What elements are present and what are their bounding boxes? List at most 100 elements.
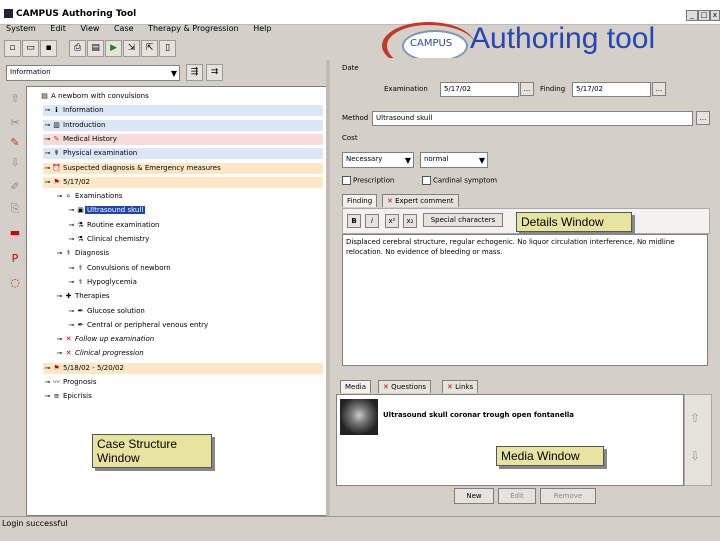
tree-item[interactable]: ⊸ ✚ Therapies bbox=[55, 291, 112, 302]
tree-item[interactable]: ⊸ ✕ Follow up examination bbox=[55, 334, 156, 345]
print-icon[interactable]: ⎙ bbox=[69, 40, 87, 57]
menu-help[interactable]: Help bbox=[253, 24, 271, 33]
bold-button[interactable]: B bbox=[347, 214, 361, 228]
move-down-icon[interactable]: ⇩ bbox=[8, 156, 22, 170]
ultrasound-thumbnail[interactable] bbox=[340, 399, 378, 435]
tree-expander-icon[interactable]: ⊸ bbox=[43, 177, 52, 188]
tree-item[interactable]: ⊸ ✒ Central or peripheral venous entry bbox=[67, 320, 210, 331]
examination-browse-button[interactable]: ... bbox=[520, 82, 534, 96]
expand-tree-icon[interactable]: ⇶ bbox=[186, 64, 203, 81]
media-list[interactable]: Ultrasound skull coronar trough open fon… bbox=[336, 394, 684, 486]
tree-expander-icon[interactable]: ⊸ bbox=[67, 234, 76, 245]
save-icon[interactable]: ▪ bbox=[40, 40, 57, 57]
tree-expander-icon[interactable]: ⊸ bbox=[43, 134, 52, 145]
open-icon[interactable]: ▭ bbox=[22, 40, 39, 57]
tree-item[interactable]: ⊸ ⌕ Examinations bbox=[55, 191, 124, 202]
edit-media-button[interactable]: Edit bbox=[498, 488, 536, 504]
view-select[interactable]: Information ▼ bbox=[6, 65, 180, 81]
tree-item[interactable]: ⊸ ✎ Medical History bbox=[43, 133, 323, 145]
tree-item[interactable]: ⊸ ≡ Epicrisis bbox=[43, 391, 94, 402]
menu-therapy[interactable]: Therapy & Progression bbox=[148, 24, 239, 33]
splitter[interactable] bbox=[326, 60, 330, 516]
tree-item[interactable]: ⊸ ℹ Information bbox=[43, 105, 323, 117]
delete-icon[interactable]: ▯ bbox=[159, 40, 177, 57]
tree-expander-icon[interactable]: ⊸ bbox=[43, 163, 52, 174]
tree-expander-icon[interactable]: ⊸ bbox=[43, 105, 52, 116]
history-tool-icon[interactable]: ✎ bbox=[8, 136, 22, 150]
tree-item[interactable]: ⊸ ✕ Clinical progression bbox=[55, 348, 146, 359]
run-icon[interactable]: ▶ bbox=[105, 40, 123, 57]
tree-expander-icon[interactable]: ⊸ bbox=[67, 205, 76, 216]
tree-item-label: Therapies bbox=[75, 292, 110, 301]
tree-item[interactable]: ⊸ ⚕ Hypoglycemia bbox=[67, 277, 139, 288]
cut-icon[interactable]: ✂ bbox=[8, 116, 22, 130]
new-media-button[interactable]: New bbox=[454, 488, 494, 504]
tab-finding[interactable]: Finding bbox=[342, 194, 378, 207]
superscript-icon[interactable]: x² bbox=[385, 214, 399, 228]
cycle-icon[interactable]: ◌ bbox=[8, 276, 22, 290]
tree-expander-icon[interactable]: ⊸ bbox=[43, 148, 52, 159]
tree-item[interactable]: ⊸ ⚕ Diagnosis bbox=[55, 248, 111, 259]
tree-item[interactable]: ⊸ 〰 Prognosis bbox=[43, 377, 99, 388]
export-icon[interactable]: ⇲ bbox=[123, 40, 141, 57]
method-browse-button[interactable]: ... bbox=[696, 111, 710, 125]
preview-icon[interactable]: ▤ bbox=[87, 40, 105, 57]
tree-expander-icon[interactable]: ⊸ bbox=[55, 334, 64, 345]
method-field[interactable]: Ultrasound skull bbox=[372, 111, 693, 126]
import-icon[interactable]: ⇱ bbox=[141, 40, 159, 57]
finding-text-area[interactable]: Displaced cerebral structure, regular ec… bbox=[342, 234, 708, 366]
necessity-select[interactable]: Necessary ▼ bbox=[342, 152, 414, 168]
tree-expander-icon[interactable]: ⊸ bbox=[55, 348, 64, 359]
tree-expander-icon[interactable]: ⊸ bbox=[43, 120, 52, 131]
tree-expander-icon[interactable]: ⊸ bbox=[43, 377, 52, 388]
remove-media-button[interactable]: Remove bbox=[540, 488, 596, 504]
tree-item[interactable]: ⊸ ⚑ 5/17/02 bbox=[43, 176, 323, 188]
edit-icon[interactable]: ✐ bbox=[8, 180, 22, 194]
tree-expander-icon[interactable]: ⊸ bbox=[55, 191, 64, 202]
copy-icon[interactable]: ⎘ bbox=[8, 202, 22, 216]
tree-expander-icon[interactable]: ⊸ bbox=[55, 248, 64, 259]
prescription-checkbox[interactable]: Prescription bbox=[342, 176, 394, 185]
menu-case[interactable]: Case bbox=[114, 24, 134, 33]
tree-expander-icon[interactable]: ⊸ bbox=[67, 306, 76, 317]
tab-expert-comment[interactable]: ✕ Expert comment bbox=[382, 194, 459, 207]
move-up-arrow-icon[interactable]: ⇧ bbox=[690, 411, 700, 425]
tree-item[interactable]: ⊸ ▥ Introduction bbox=[43, 119, 323, 131]
tree-item[interactable]: ⊸ ☤ Physical examination bbox=[43, 148, 323, 160]
finding-date-field[interactable]: 5/17/02 bbox=[572, 82, 651, 97]
remove-icon[interactable]: ▬ bbox=[8, 226, 22, 240]
tree-item[interactable]: ⊸ ▣ Ultrasound skull bbox=[67, 205, 146, 216]
menu-view[interactable]: View bbox=[80, 24, 99, 33]
tree-expander-icon[interactable]: ⊸ bbox=[43, 363, 52, 374]
tree-expander-icon[interactable]: ⊸ bbox=[67, 320, 76, 331]
tab-links[interactable]: ✕ Links bbox=[442, 380, 479, 393]
tree-expander-icon[interactable]: ⊸ bbox=[55, 291, 64, 302]
menu-edit[interactable]: Edit bbox=[50, 24, 66, 33]
tab-questions[interactable]: ✕ Questions bbox=[378, 380, 432, 393]
examination-date-field[interactable]: 5/17/02 bbox=[440, 82, 519, 97]
finding-browse-button[interactable]: ... bbox=[652, 82, 666, 96]
tree-expander-icon[interactable]: ⊸ bbox=[67, 220, 76, 231]
subscript-icon[interactable]: x₂ bbox=[403, 214, 417, 228]
tab-media[interactable]: Media bbox=[340, 380, 372, 393]
tree-item[interactable]: ⊸ ⚗ Routine examination bbox=[67, 220, 161, 231]
italic-button[interactable]: i bbox=[365, 214, 379, 228]
move-up-icon[interactable]: ⇧ bbox=[8, 92, 22, 106]
tree-expander-icon[interactable]: ⊸ bbox=[67, 277, 76, 288]
tree-item[interactable]: ⊸ ⚑ 5/18/02 - 5/20/02 bbox=[43, 362, 323, 374]
normal-select[interactable]: normal ▼ bbox=[420, 152, 488, 168]
move-down-arrow-icon[interactable]: ⇩ bbox=[690, 449, 700, 463]
special-characters-button[interactable]: Special characters bbox=[423, 213, 503, 227]
menu-system[interactable]: System bbox=[6, 24, 36, 33]
tree-item[interactable]: ▤ A newborn with convulsions bbox=[31, 91, 151, 102]
tree-item[interactable]: ⊸ ⚗ Clinical chemistry bbox=[67, 234, 151, 245]
collapse-tree-icon[interactable]: ⇉ bbox=[206, 64, 223, 81]
flag-tool-icon[interactable]: P bbox=[8, 252, 22, 266]
new-icon[interactable]: ▫ bbox=[4, 40, 21, 57]
tree-expander-icon[interactable]: ⊸ bbox=[43, 391, 52, 402]
cardinal-symptom-checkbox[interactable]: Cardinal symptom bbox=[422, 176, 497, 185]
tree-expander-icon[interactable]: ⊸ bbox=[67, 263, 76, 274]
tree-item[interactable]: ⊸ ✒ Glucose solution bbox=[67, 306, 147, 317]
tree-item[interactable]: ⊸ ⚕ Convulsions of newborn bbox=[67, 263, 173, 274]
tree-item[interactable]: ⊸ ⏰ Suspected diagnosis & Emergency measur… bbox=[43, 162, 323, 174]
